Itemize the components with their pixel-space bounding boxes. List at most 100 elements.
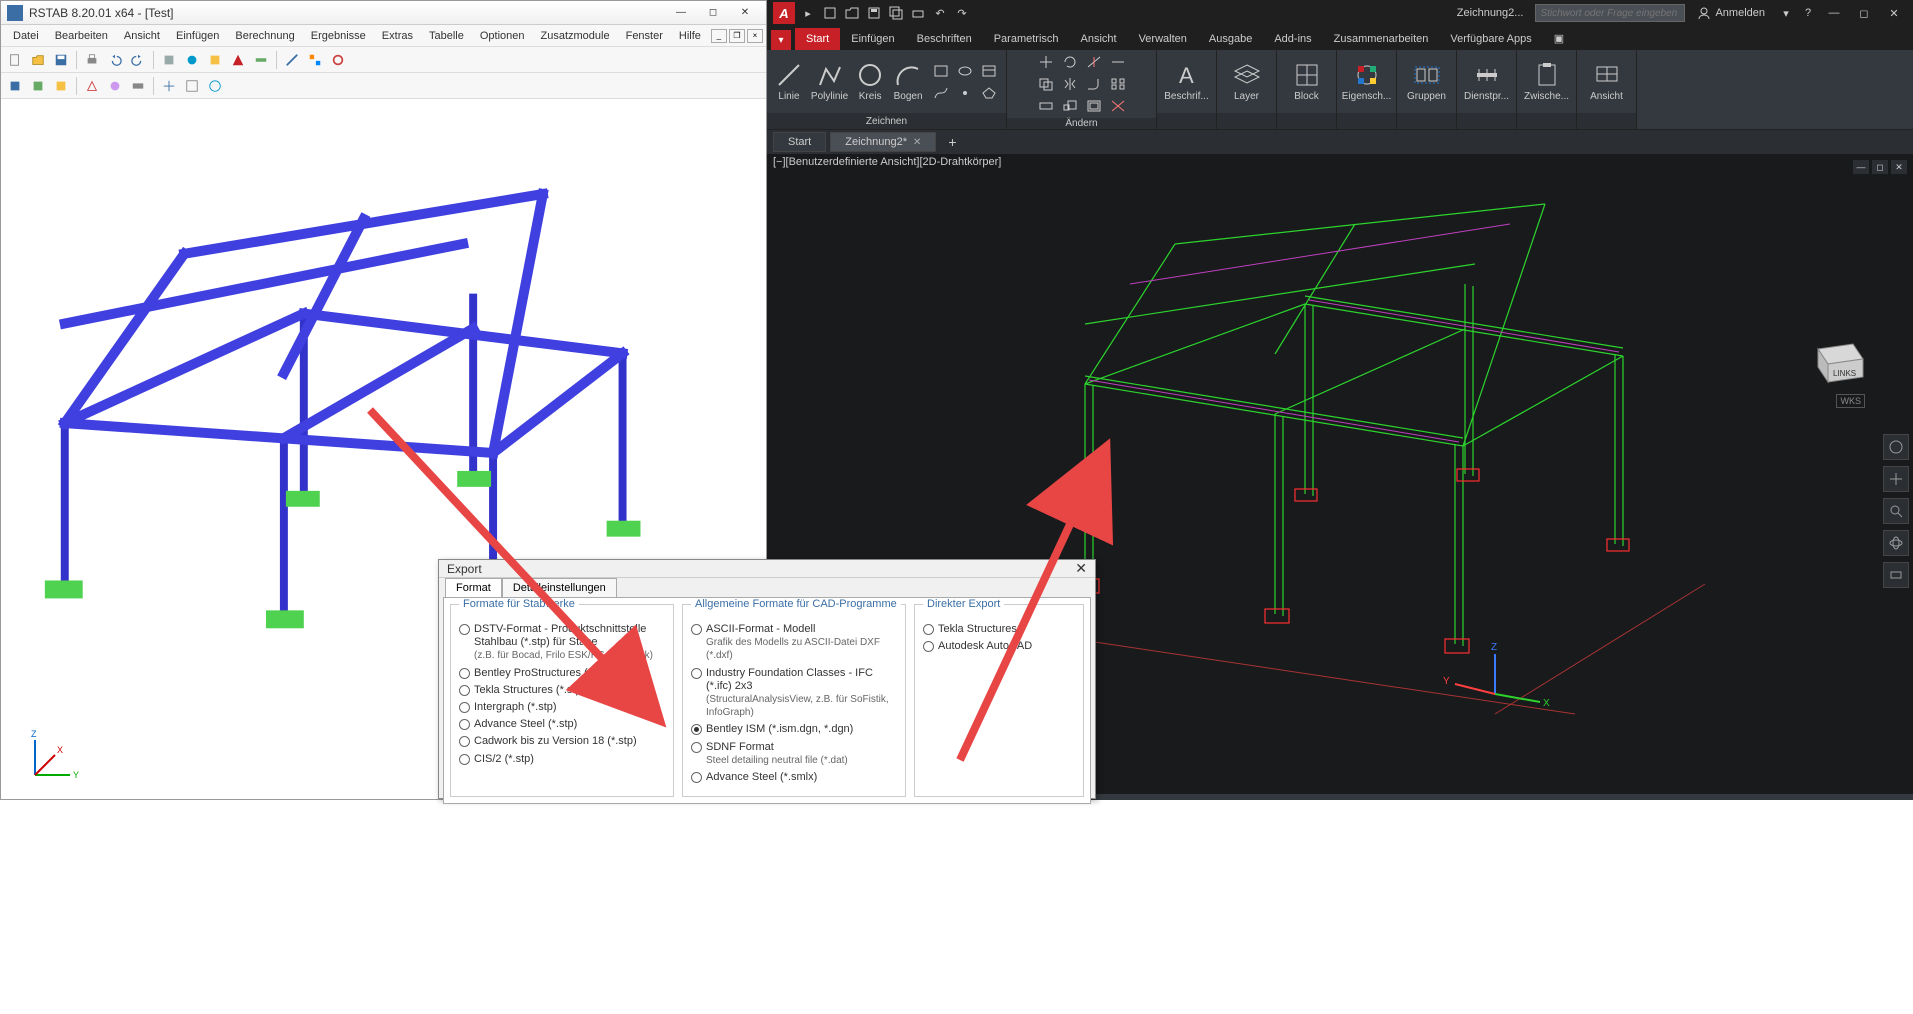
tool-icon[interactable] [5,76,25,96]
spline-icon[interactable] [930,83,952,103]
new-tab-button[interactable]: + [940,134,964,150]
ribbon-tab-beschriften[interactable]: Beschriften [906,28,983,50]
utilities-button[interactable]: Dienstpr... [1465,61,1509,102]
point-icon[interactable] [954,83,976,103]
file-tab-drawing[interactable]: Zeichnung2*✕ [830,132,936,152]
maximize-button[interactable]: ◻ [698,4,728,22]
tool-icon[interactable] [251,50,271,70]
tool-icon[interactable] [305,50,325,70]
rotate-icon[interactable] [1059,52,1081,72]
tool-icon[interactable] [128,76,148,96]
ribbon-tab-more[interactable]: ▣ [1543,27,1567,50]
array-icon[interactable] [1107,74,1129,94]
tool-icon[interactable] [105,76,125,96]
file-tab-start[interactable]: Start [773,132,826,152]
tool-icon[interactable] [51,76,71,96]
ribbon-tab-parametrisch[interactable]: Parametrisch [983,28,1070,50]
tool-icon[interactable] [182,50,202,70]
tool-icon[interactable] [205,76,225,96]
mdi-close[interactable]: × [747,29,763,43]
ribbon-tab-start[interactable]: Start [795,28,840,50]
text-button[interactable]: ABeschrif... [1165,61,1209,102]
tool-icon[interactable] [282,50,302,70]
app-menu-button[interactable]: ▾ [771,30,791,50]
polygon-icon[interactable] [978,83,1000,103]
menu-extras[interactable]: Extras [376,28,419,44]
close-button[interactable]: ✕ [1881,3,1907,23]
autocad-logo-icon[interactable]: A [773,2,795,24]
layer-button[interactable]: Layer [1225,61,1269,102]
stretch-icon[interactable] [1035,96,1057,116]
menu-bearbeiten[interactable]: Bearbeiten [49,28,114,44]
scale-icon[interactable] [1059,96,1081,116]
save-icon[interactable] [51,50,71,70]
ribbon-tab-apps[interactable]: Verfügbare Apps [1439,28,1542,50]
print-icon[interactable] [909,4,927,22]
panel-title-aendern[interactable]: Ändern [1007,118,1156,129]
new-icon[interactable] [5,50,25,70]
trim-icon[interactable] [1083,52,1105,72]
linie-button[interactable]: Linie [773,61,805,102]
block-button[interactable]: Block [1285,61,1329,102]
ribbon-tab-zusammenarbeiten[interactable]: Zusammenarbeiten [1323,28,1440,50]
export-radio-cis2[interactable]: CIS/2 (*.stp) [459,753,665,766]
open-icon[interactable] [28,50,48,70]
undo-icon[interactable] [105,50,125,70]
ribbon-tab-ausgabe[interactable]: Ausgabe [1198,28,1263,50]
minimize-button[interactable]: — [1821,3,1847,23]
export-radio-dstv[interactable]: DSTV-Format - Produktschnittstelle Stahl… [459,623,665,663]
export-radio-autocad-direct[interactable]: Autodesk AutoCAD [923,640,1075,653]
tool-icon[interactable] [28,76,48,96]
ellipse-icon[interactable] [954,61,976,81]
menu-ansicht[interactable]: Ansicht [118,28,166,44]
ribbon-tab-ansicht[interactable]: Ansicht [1070,28,1128,50]
export-radio-sdnf[interactable]: SDNF FormatSteel detailing neutral file … [691,741,897,767]
fillet-icon[interactable] [1083,74,1105,94]
orbit-icon[interactable] [1883,530,1909,556]
erase-icon[interactable] [1107,96,1129,116]
polylinie-button[interactable]: Polylinie [811,61,848,102]
export-radio-bentley-ism[interactable]: Bentley ISM (*.ism.dgn, *.dgn) [691,723,897,736]
new-icon[interactable] [821,4,839,22]
kreis-button[interactable]: Kreis [854,61,886,102]
viewcube[interactable]: LINKS [1803,334,1873,389]
tool-icon[interactable] [159,76,179,96]
ribbon-tab-addins[interactable]: Add-ins [1263,28,1322,50]
autocad-search-input[interactable] [1535,4,1685,22]
tool-icon[interactable] [82,76,102,96]
export-radio-tekla-stp[interactable]: Tekla Structures (*.stp) [459,684,665,697]
tool-icon[interactable] [328,50,348,70]
print-icon[interactable] [82,50,102,70]
export-radio-ifc[interactable]: Industry Foundation Classes - IFC (*.ifc… [691,667,897,720]
save-as-icon[interactable] [887,4,905,22]
exchange-icon[interactable]: ▾ [1777,4,1795,22]
menu-einfuegen[interactable]: Einfügen [170,28,225,44]
minimize-button[interactable]: — [666,4,696,22]
export-radio-tekla-direct[interactable]: Tekla Structures [923,623,1075,636]
redo-icon[interactable] [128,50,148,70]
tool-icon[interactable] [205,50,225,70]
redo-icon[interactable]: ↷ [953,4,971,22]
menu-datei[interactable]: Datei [7,28,45,44]
close-button[interactable]: ✕ [1075,560,1087,577]
open-icon[interactable]: ▸ [799,4,817,22]
tool-icon[interactable] [228,50,248,70]
export-radio-ascii[interactable]: ASCII-Format - ModellGrafik des Modells … [691,623,897,663]
close-icon[interactable]: ✕ [913,137,921,148]
offset-icon[interactable] [1083,96,1105,116]
export-tab-format[interactable]: Format [445,578,502,597]
close-button[interactable]: ✕ [730,4,760,22]
help-icon[interactable]: ? [1799,4,1817,22]
extend-icon[interactable] [1107,52,1129,72]
menu-fenster[interactable]: Fenster [620,28,669,44]
export-radio-bentley-pro[interactable]: Bentley ProStructures (*.stp) [459,667,665,680]
menu-ergebnisse[interactable]: Ergebnisse [305,28,372,44]
undo-icon[interactable]: ↶ [931,4,949,22]
panel-title-zeichnen[interactable]: Zeichnen [767,113,1006,129]
groups-button[interactable]: Gruppen [1405,61,1449,102]
menu-zusatzmodule[interactable]: Zusatzmodule [535,28,616,44]
autocad-sign-in-button[interactable]: Anmelden [1697,6,1765,20]
save-icon[interactable] [865,4,883,22]
open-folder-icon[interactable] [843,4,861,22]
move-icon[interactable] [1035,52,1057,72]
